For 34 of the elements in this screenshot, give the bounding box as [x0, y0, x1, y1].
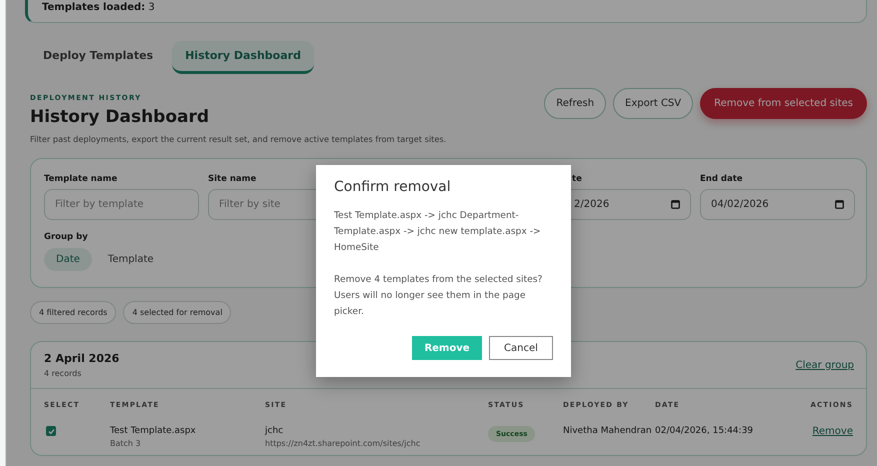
action-button[interactable]: Refresh [544, 88, 606, 119]
count-chip: 4 selected for removal [123, 301, 232, 324]
group-option[interactable]: Date [44, 248, 92, 271]
batch-label: Batch 3 [110, 439, 142, 448]
group-option[interactable]: Template [96, 248, 166, 271]
date-field[interactable]: 04/02/2026 [700, 189, 855, 220]
site-url: https://zn4zt.sharepoint.com/sites/jchc [265, 439, 422, 448]
page-description: Filter past deployments, export the current result set, and remove active templates from target sites. [30, 134, 446, 144]
count-chip: 4 filtered records [30, 301, 116, 324]
field-label: Group by [44, 232, 89, 242]
calendar-icon [671, 200, 680, 209]
tab[interactable]: History Dashboard [172, 41, 314, 74]
template-name: Test Template.aspx [110, 426, 197, 436]
group-count: 4 records [44, 369, 82, 378]
calendar-icon [835, 200, 844, 209]
status-banner: Templates loaded: 3 [25, 0, 867, 23]
field-label: te [572, 174, 583, 184]
deployed-by: Nivetha Mahendran [563, 426, 653, 436]
field-label: End date [700, 174, 744, 184]
tab[interactable]: Deploy Templates [30, 41, 166, 74]
action-button[interactable]: Export CSV [613, 88, 694, 119]
site-name: jchc [265, 426, 284, 436]
page-title: History Dashboard [30, 107, 210, 127]
field-label: Template name [44, 174, 118, 184]
row-checkbox[interactable] [46, 426, 56, 436]
deploy-date: 02/04/2026, 15:44:39 [655, 426, 754, 436]
group-title: 2 April 2026 [44, 352, 120, 365]
cancel-button[interactable]: Cancel [489, 336, 553, 360]
remove-link[interactable]: Remove [812, 426, 853, 437]
clear-group-link[interactable]: Clear group [796, 360, 854, 370]
remove-button[interactable]: Remove from selected sites [700, 88, 867, 119]
dialog-message: Remove 4 templates from the selected sites? Users will no longer see them in the page picker. [334, 273, 544, 319]
filter-field[interactable]: Filter by template [44, 189, 199, 220]
field-label: Site name [208, 174, 258, 184]
